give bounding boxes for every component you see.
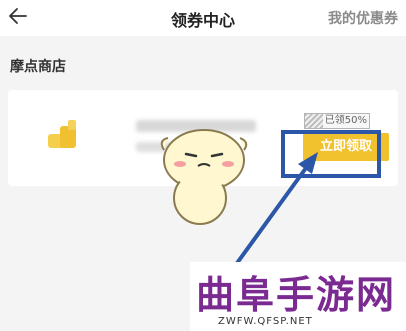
claimed-progress: 已领50% xyxy=(304,113,370,129)
top-bar: 领券中心 我的优惠券 xyxy=(0,0,406,36)
highlight-box xyxy=(281,130,381,178)
store-logo-icon xyxy=(48,120,76,148)
section-title: 摩点商店 xyxy=(10,59,66,75)
watermark-url: ZWFW.QFSP.NET xyxy=(218,316,313,327)
mascot-sticker xyxy=(160,129,248,225)
watermark-title: 曲阜手游网 xyxy=(196,272,397,317)
my-coupons-link[interactable]: 我的优惠券 xyxy=(328,8,398,28)
claimed-progress-text: 已领50% xyxy=(322,114,367,128)
